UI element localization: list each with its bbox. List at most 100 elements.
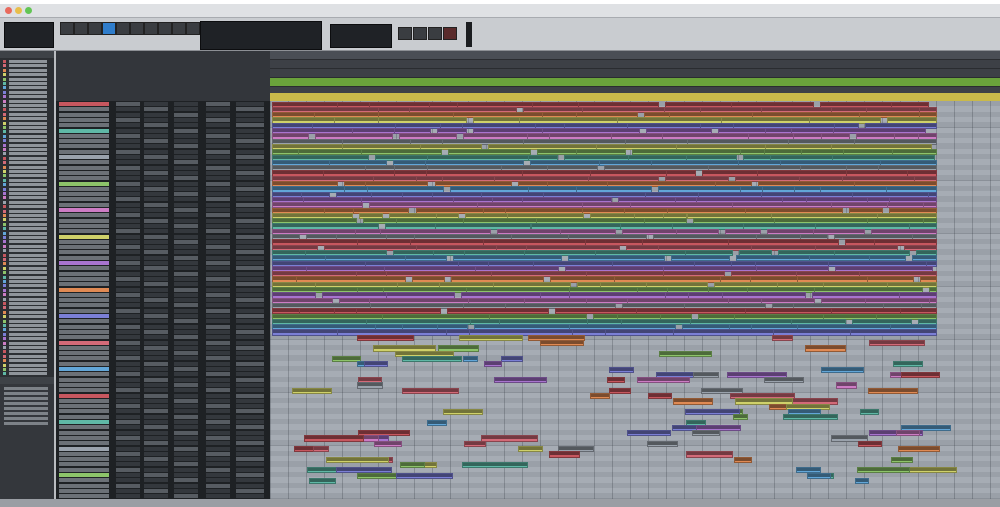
- bars-ruler[interactable]: [270, 51, 1000, 60]
- audio-clip[interactable]: [291, 387, 333, 394]
- tracks-list-item[interactable]: [3, 82, 49, 85]
- tracks-list-item[interactable]: [3, 315, 49, 319]
- edit-tool-icon[interactable]: [116, 22, 130, 35]
- track-visibility-icon[interactable]: [3, 249, 6, 253]
- track-visibility-icon[interactable]: [3, 161, 6, 165]
- group-item[interactable]: [4, 392, 48, 395]
- tracks-list-item[interactable]: [3, 341, 49, 345]
- tracks-list-item[interactable]: [3, 288, 49, 292]
- tracks-list-item[interactable]: [3, 271, 49, 275]
- tracks-list-item[interactable]: [3, 156, 49, 160]
- audio-clip[interactable]: [850, 329, 937, 336]
- tracks-list-item[interactable]: [3, 143, 49, 147]
- tracks-list-item[interactable]: [3, 170, 49, 173]
- track-visibility-icon[interactable]: [3, 178, 6, 182]
- audio-clip[interactable]: [855, 477, 870, 485]
- tracks-list-item[interactable]: [3, 174, 49, 178]
- track-visibility-icon[interactable]: [3, 240, 6, 244]
- rewind-icon[interactable]: [413, 27, 427, 40]
- track-visibility-icon[interactable]: [3, 187, 6, 191]
- track-visibility-icon[interactable]: [3, 302, 6, 305]
- tracks-list-item[interactable]: [3, 192, 49, 195]
- track-visibility-icon[interactable]: [3, 310, 6, 314]
- audio-clip[interactable]: [836, 382, 858, 389]
- tracks-list-item[interactable]: [3, 227, 49, 231]
- tracks-list-item[interactable]: [3, 139, 49, 143]
- audio-clip[interactable]: [771, 334, 794, 341]
- audio-clip[interactable]: [857, 440, 883, 447]
- tracks-list-item[interactable]: [3, 117, 49, 121]
- tracks-list-item[interactable]: [3, 354, 49, 358]
- track-visibility-icon[interactable]: [3, 262, 6, 266]
- edit-tool-icon[interactable]: [172, 22, 186, 35]
- tracks-list-item[interactable]: [3, 121, 49, 125]
- audio-clip[interactable]: [400, 461, 425, 469]
- track-visibility-icon[interactable]: [3, 64, 6, 68]
- track-visibility-icon[interactable]: [3, 60, 6, 63]
- track-visibility-icon[interactable]: [3, 205, 6, 209]
- tracks-list-item[interactable]: [3, 99, 49, 103]
- audio-clip[interactable]: [402, 387, 460, 394]
- track-visibility-icon[interactable]: [3, 341, 6, 345]
- track-visibility-icon[interactable]: [3, 156, 6, 160]
- track-visibility-icon[interactable]: [3, 126, 6, 129]
- tracks-list-item[interactable]: [3, 214, 49, 217]
- tracks-list-item[interactable]: [3, 196, 49, 200]
- audio-clip[interactable]: [590, 393, 610, 400]
- audio-clip[interactable]: [860, 408, 879, 416]
- tracks-list-item[interactable]: [3, 161, 49, 165]
- insert-slot[interactable]: [116, 494, 140, 499]
- group-item[interactable]: [4, 402, 48, 405]
- track-visibility-icon[interactable]: [3, 280, 6, 283]
- track-visibility-icon[interactable]: [3, 77, 6, 81]
- edit-tool-icon[interactable]: [144, 22, 158, 35]
- audio-clip[interactable]: [867, 387, 919, 394]
- insert-slot[interactable]: [144, 494, 168, 499]
- track-visibility-icon[interactable]: [3, 143, 6, 147]
- tracks-list-item[interactable]: [3, 363, 49, 367]
- timeline-rulers[interactable]: [270, 51, 1000, 102]
- tracks-list-item[interactable]: [3, 222, 49, 226]
- mode-selector[interactable]: [4, 22, 54, 48]
- audio-clip[interactable]: [458, 334, 523, 341]
- track-visibility-icon[interactable]: [3, 337, 6, 341]
- nudge-grid-display[interactable]: [330, 24, 392, 48]
- track-visibility-icon[interactable]: [3, 236, 6, 239]
- tracks-list-item[interactable]: [3, 104, 49, 107]
- tracks-list-item[interactable]: [3, 306, 49, 310]
- audio-clip[interactable]: [892, 361, 923, 368]
- insert-slot[interactable]: [206, 494, 230, 499]
- track-visibility-icon[interactable]: [3, 165, 6, 169]
- audio-clip[interactable]: [463, 440, 487, 447]
- group-item[interactable]: [4, 407, 48, 410]
- audio-clip[interactable]: [313, 446, 330, 453]
- audio-clip[interactable]: [672, 329, 774, 336]
- edit-tool-icon[interactable]: [130, 22, 144, 35]
- track-visibility-icon[interactable]: [3, 192, 6, 195]
- timecode-ruler[interactable]: [270, 60, 1000, 69]
- tracks-list-item[interactable]: [3, 310, 49, 314]
- tracks-list-item[interactable]: [3, 77, 49, 81]
- tracks-list-item[interactable]: [3, 90, 49, 94]
- track-visibility-icon[interactable]: [3, 288, 6, 292]
- audio-clip[interactable]: [647, 393, 673, 400]
- tracks-list-item[interactable]: [3, 209, 49, 213]
- edit-tool-icon[interactable]: [74, 22, 88, 35]
- track-visibility-icon[interactable]: [3, 183, 6, 187]
- track-visibility-icon[interactable]: [3, 324, 6, 327]
- track-visibility-icon[interactable]: [3, 354, 6, 358]
- audio-clip[interactable]: [443, 408, 483, 416]
- audio-clip[interactable]: [607, 377, 626, 384]
- track-visibility-icon[interactable]: [3, 328, 6, 332]
- tracks-list-item[interactable]: [3, 266, 49, 270]
- track-visibility-icon[interactable]: [3, 363, 6, 367]
- edit-tool-icon[interactable]: [102, 22, 116, 35]
- group-item[interactable]: [4, 417, 48, 420]
- track-visibility-icon[interactable]: [3, 130, 6, 134]
- track-visibility-icon[interactable]: [3, 275, 6, 279]
- audio-clip[interactable]: [462, 461, 528, 469]
- tracks-list-item[interactable]: [3, 86, 49, 90]
- group-item[interactable]: [4, 387, 48, 390]
- track-visibility-icon[interactable]: [3, 112, 6, 116]
- track-header-row[interactable]: [56, 493, 270, 499]
